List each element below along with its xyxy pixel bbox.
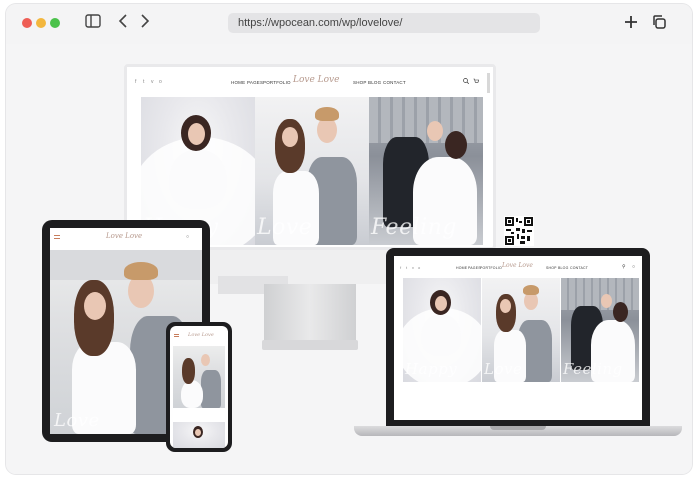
nav-shop[interactable]: SHOP — [353, 80, 367, 85]
hero-photo-embrace: Feeling — [369, 97, 483, 245]
hero-word: Love — [54, 410, 100, 431]
device-mockup-showcase: f t v o HOME PAGES PORTFOLIO Love Love S… — [6, 44, 692, 474]
hamburger-menu-icon[interactable] — [54, 235, 60, 239]
search-icon[interactable] — [463, 78, 470, 86]
hamburger-menu-icon[interactable] — [174, 334, 179, 337]
hero-photo-couple: Love — [482, 278, 560, 382]
scrollbar[interactable] — [487, 73, 490, 93]
twitter-icon[interactable]: t — [406, 265, 407, 270]
facebook-icon[interactable]: f — [135, 79, 136, 85]
site-logo[interactable]: Love Love — [106, 232, 142, 240]
instagram-icon[interactable]: o — [159, 79, 162, 85]
nav-pages[interactable]: PAGES — [247, 80, 263, 85]
browser-window: https://wpocean.com/wp/lovelove/ f t v o… — [6, 4, 692, 474]
twitter-icon[interactable]: t — [143, 79, 144, 85]
laptop-screen: f t v o HOME PAGES PORTFOLIO Love Love S… — [394, 256, 642, 420]
phone-screen: Love Love — [170, 326, 228, 448]
nav-portfolio[interactable]: PORTFOLIO — [263, 80, 291, 85]
nav-home[interactable]: HOME — [231, 80, 245, 85]
site-logo[interactable]: Love Love — [293, 75, 339, 85]
hero-word: Love — [257, 215, 313, 240]
site-header: f t v o HOME PAGES PORTFOLIO Love Love S… — [127, 67, 493, 97]
nav-pages[interactable]: PAGES — [468, 266, 481, 270]
hero-photo-embrace: Feeling — [561, 278, 639, 382]
nav-portfolio[interactable]: PORTFOLIO — [480, 266, 502, 270]
browser-toolbar: https://wpocean.com/wp/lovelove/ — [6, 4, 692, 44]
cart-icon[interactable] — [473, 78, 479, 86]
monitor-stand — [264, 284, 356, 342]
vimeo-icon[interactable]: v — [412, 265, 414, 270]
hero-photo-couple: Love — [255, 97, 369, 245]
laptop-notch — [490, 426, 546, 430]
maximize-window-button[interactable] — [50, 18, 60, 28]
nav-blog[interactable]: BLOG — [558, 266, 569, 270]
search-icon[interactable]: ⚲ — [622, 264, 626, 270]
cart-icon[interactable]: ○ — [186, 234, 189, 240]
nav-shop[interactable]: SHOP — [546, 266, 557, 270]
phone-hero-photo — [173, 346, 225, 408]
vimeo-icon[interactable]: v — [151, 79, 154, 85]
nav-blog[interactable]: BLOG — [368, 80, 381, 85]
plus-icon[interactable] — [622, 14, 640, 32]
hero-word: Feeling — [563, 360, 623, 378]
laptop-device: f t v o HOME PAGES PORTFOLIO Love Love S… — [386, 248, 650, 426]
facebook-icon[interactable]: f — [400, 265, 401, 270]
site-logo[interactable]: Love Love — [188, 332, 214, 338]
address-bar[interactable]: https://wpocean.com/wp/lovelove/ — [228, 13, 540, 33]
close-window-button[interactable] — [22, 18, 32, 28]
instagram-icon[interactable]: o — [418, 265, 420, 270]
cart-icon[interactable]: ○ — [632, 264, 635, 270]
nav-contact[interactable]: CONTACT — [570, 266, 588, 270]
minimize-window-button[interactable] — [36, 18, 46, 28]
hero-word: Love — [484, 360, 523, 378]
monitor-foot — [262, 340, 358, 350]
site-logo[interactable]: Love Love — [502, 262, 533, 269]
chevron-left-icon[interactable] — [116, 14, 130, 32]
phone-photo-bride — [173, 422, 225, 448]
copy-icon[interactable] — [650, 14, 668, 32]
nav-contact[interactable]: CONTACT — [383, 80, 406, 85]
hero-word: Feeling — [371, 215, 457, 240]
phone-device: Love Love — [166, 322, 232, 452]
hero-photo-bride: Happy — [403, 278, 481, 382]
nav-home[interactable]: HOME — [456, 266, 467, 270]
hero-word: Happy — [405, 360, 458, 378]
chevron-right-icon[interactable] — [138, 14, 152, 32]
qr-code-icon — [504, 216, 534, 246]
sidebar-icon[interactable] — [84, 14, 102, 32]
